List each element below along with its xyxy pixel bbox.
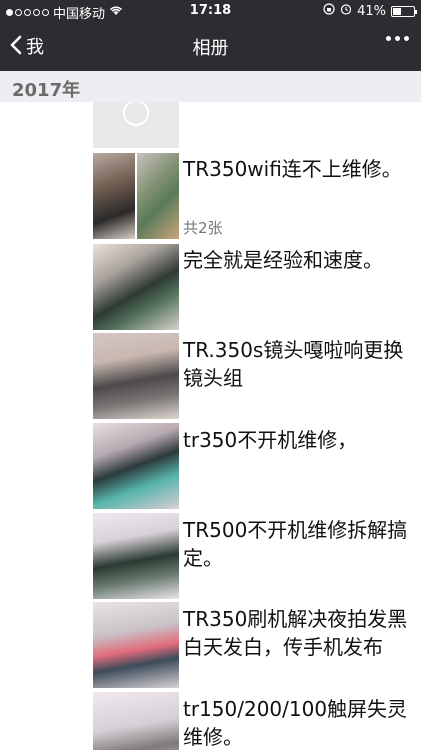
album-post-2[interactable]: 完全就是经验和速度。	[0, 244, 421, 330]
post-thumbnail-1a[interactable]	[93, 153, 135, 239]
album-post-5[interactable]: TR500不开机维修拆解搞定。	[0, 513, 421, 599]
post-caption-1: TR350wifi连不上维修。	[183, 157, 402, 181]
post-thumbnail-1b[interactable]	[137, 153, 179, 239]
more-dots-icon[interactable]	[386, 36, 409, 41]
post-caption-4: tr350不开机维修，	[183, 428, 358, 452]
album-post-6[interactable]: TR350刷机解决夜拍发黑白天发白，传手机发布	[0, 602, 421, 688]
album-list[interactable]: TR350wifi连不上维修。 共2张 完全就是经验和速度。 TR.350s镜头…	[0, 102, 421, 750]
post-caption-7: tr150/200/100触屏失灵维修。	[183, 697, 408, 749]
post-caption-6: TR350刷机解决夜拍发黑白天发白，传手机发布	[183, 607, 408, 659]
post-caption-5: TR500不开机维修拆解搞定。	[183, 518, 408, 570]
post-thumbnail-2[interactable]	[93, 244, 179, 330]
post-thumbnail-6[interactable]	[93, 602, 179, 688]
post-thumbnail-4[interactable]	[93, 423, 179, 509]
album-post-3[interactable]: TR.350s镜头嘎啦响更换镜头组	[0, 333, 421, 419]
post-thumbnail-3[interactable]	[93, 333, 179, 419]
battery-icon	[391, 5, 417, 17]
lock-rotation-icon	[323, 3, 335, 19]
post-caption-2: 完全就是经验和速度。	[183, 248, 383, 272]
status-right: 41%	[323, 3, 417, 19]
page-title: 相册	[192, 38, 229, 59]
alarm-icon	[340, 3, 352, 19]
album-post-1[interactable]: TR350wifi连不上维修。 共2张	[0, 153, 421, 239]
status-bar: 中国移动 17:18 41%	[0, 0, 421, 22]
year-section-header: 2017年	[0, 71, 421, 102]
post-thumbnail-7[interactable]	[93, 692, 179, 750]
previous-post-thumbnail[interactable]	[93, 102, 179, 148]
album-post-4[interactable]: tr350不开机维修，	[0, 423, 421, 509]
post-thumbnail-5[interactable]	[93, 513, 179, 599]
top-bar: 中国移动 17:18 41% 我 相册	[0, 0, 421, 71]
photo-count: 共2张	[183, 219, 223, 237]
navigation-bar: 我 相册	[0, 22, 421, 71]
post-caption-3: TR.350s镜头嘎啦响更换镜头组	[183, 338, 404, 390]
battery-percent: 41%	[357, 3, 386, 19]
album-post-7[interactable]: tr150/200/100触屏失灵维修。	[0, 692, 421, 750]
placeholder-circle-icon	[123, 102, 149, 126]
